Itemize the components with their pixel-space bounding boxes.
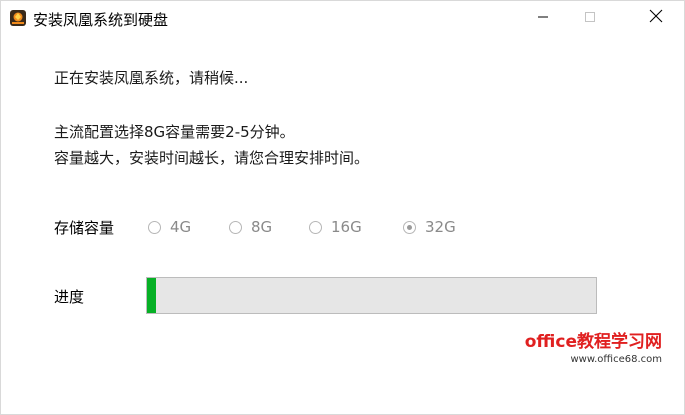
window-title: 安装凤凰系统到硬盘 bbox=[33, 11, 169, 29]
app-icon bbox=[9, 9, 27, 27]
radio-label-8g: 8G bbox=[251, 218, 273, 236]
radio-circle-16g[interactable] bbox=[309, 220, 322, 234]
maximize-button[interactable] bbox=[567, 1, 613, 33]
radio-circle-8g[interactable] bbox=[229, 220, 242, 234]
progress-fill bbox=[147, 278, 156, 313]
radio-label-4g: 4G bbox=[170, 218, 192, 236]
progress-label: 进度 bbox=[54, 288, 85, 306]
watermark-url: www.office68.com bbox=[570, 354, 663, 365]
status-text: 正在安装凤凰系统，请稍候... bbox=[54, 69, 249, 87]
maximize-icon bbox=[584, 8, 596, 27]
radio-circle-4g[interactable] bbox=[148, 220, 161, 234]
installer-window: 安装凤凰系统到硬盘 正在安装凤凰系统，请稍候... 主流配置选择8G容量需要2-… bbox=[0, 0, 685, 415]
storage-capacity-label: 存储容量 bbox=[54, 219, 115, 237]
minimize-icon bbox=[537, 8, 549, 27]
radio-32g[interactable]: 32G bbox=[403, 215, 456, 239]
radio-4g[interactable]: 4G bbox=[148, 215, 191, 239]
progress-bar bbox=[146, 277, 597, 314]
radio-label-32g: 32G bbox=[425, 218, 456, 236]
radio-circle-32g[interactable] bbox=[403, 220, 416, 234]
watermark-title: office教程学习网 bbox=[524, 332, 662, 352]
radio-16g[interactable]: 16G bbox=[309, 215, 362, 239]
title-bar[interactable]: 安装凤凰系统到硬盘 bbox=[1, 1, 684, 36]
minimize-button[interactable] bbox=[520, 1, 566, 33]
close-icon bbox=[649, 8, 663, 27]
radio-8g[interactable]: 8G bbox=[229, 215, 272, 239]
watermark: office教程学习网 www.office68.com bbox=[525, 331, 662, 367]
info-text-line2: 容量越大，安装时间越长，请您合理安排时间。 bbox=[54, 149, 370, 167]
radio-label-16g: 16G bbox=[331, 218, 362, 236]
info-text-line1: 主流配置选择8G容量需要2-5分钟。 bbox=[54, 123, 295, 141]
close-button[interactable] bbox=[633, 1, 679, 33]
